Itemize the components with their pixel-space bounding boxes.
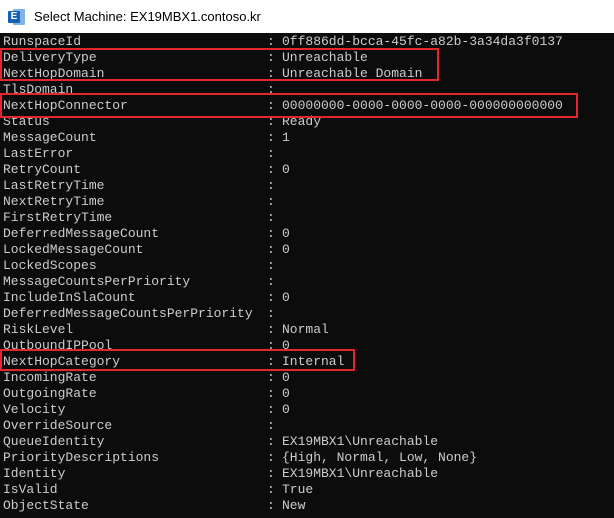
- property-value: 0: [282, 402, 290, 417]
- property-value: Normal: [282, 322, 329, 337]
- property-name: OutgoingRate: [3, 386, 97, 401]
- property-separator: :: [267, 34, 275, 49]
- property-name: OutboundIPPool: [3, 338, 113, 353]
- property-separator: :: [267, 434, 275, 449]
- property-name: FirstRetryTime: [3, 210, 113, 225]
- property-name: DeliveryType: [3, 50, 97, 65]
- property-name: RetryCount: [3, 162, 82, 177]
- property-separator: :: [267, 242, 275, 257]
- property-separator: :: [267, 98, 275, 113]
- property-value: 0: [282, 290, 290, 305]
- property-separator: :: [267, 82, 275, 97]
- property-separator: :: [267, 354, 275, 369]
- property-name: LockedMessageCount: [3, 242, 144, 257]
- property-separator: :: [267, 130, 275, 145]
- title-bar[interactable]: E Select Machine: EX19MBX1.contoso.kr: [0, 0, 614, 33]
- property-separator: :: [267, 210, 275, 225]
- property-value: EX19MBX1\Unreachable: [282, 466, 439, 481]
- property-separator: :: [267, 66, 275, 81]
- window-title: Select Machine: EX19MBX1.contoso.kr: [34, 9, 261, 24]
- property-name: Status: [3, 114, 50, 129]
- property-value: 0: [282, 370, 290, 385]
- property-name: Identity: [3, 466, 66, 481]
- property-separator: :: [267, 482, 275, 497]
- property-separator: :: [267, 114, 275, 129]
- property-value: Ready: [282, 114, 322, 129]
- property-separator: :: [267, 306, 275, 321]
- property-name: IncludeInSlaCount: [3, 290, 136, 305]
- property-name: LockedScopes: [3, 258, 97, 273]
- property-value: {High, Normal, Low, None}: [282, 450, 478, 465]
- property-name: RunspaceId: [3, 34, 82, 49]
- property-value: 00000000-0000-0000-0000-000000000000: [282, 98, 563, 113]
- console-window: E Select Machine: EX19MBX1.contoso.kr Ru…: [0, 0, 614, 518]
- property-separator: :: [267, 290, 275, 305]
- property-separator: :: [267, 498, 275, 513]
- property-separator: :: [267, 178, 275, 193]
- property-name: NextHopCategory: [3, 354, 121, 369]
- powershell-icon: E: [8, 8, 26, 26]
- property-name: DeferredMessageCount: [3, 226, 160, 241]
- property-name: IncomingRate: [3, 370, 97, 385]
- property-separator: :: [267, 450, 275, 465]
- property-name: LastRetryTime: [3, 178, 105, 193]
- property-separator: :: [267, 386, 275, 401]
- property-value: 0: [282, 242, 290, 257]
- property-value: 0: [282, 162, 290, 177]
- property-value: 1: [282, 130, 290, 145]
- property-name: TlsDomain: [3, 82, 74, 97]
- property-value: 0: [282, 386, 290, 401]
- property-value: 0: [282, 226, 290, 241]
- property-name: NextRetryTime: [3, 194, 105, 209]
- property-separator: :: [267, 146, 275, 161]
- property-name: RiskLevel: [3, 322, 74, 337]
- property-value: Unreachable: [282, 50, 368, 65]
- property-value: 0: [282, 338, 290, 353]
- property-separator: :: [267, 338, 275, 353]
- property-separator: :: [267, 226, 275, 241]
- property-value: EX19MBX1\Unreachable: [282, 434, 439, 449]
- property-name: LastError: [3, 146, 74, 161]
- property-name: MessageCountsPerPriority: [3, 274, 191, 289]
- property-separator: :: [267, 194, 275, 209]
- property-value: 0ff886dd-bcca-45fc-a82b-3a34da3f0137: [282, 34, 563, 49]
- property-separator: :: [267, 322, 275, 337]
- property-value: Unreachable Domain: [282, 66, 423, 81]
- property-separator: :: [267, 50, 275, 65]
- property-separator: :: [267, 402, 275, 417]
- property-separator: :: [267, 258, 275, 273]
- console-output[interactable]: RunspaceId:0ff886dd-bcca-45fc-a82b-3a34d…: [0, 33, 614, 518]
- property-value: True: [282, 482, 314, 497]
- property-name: Velocity: [3, 402, 66, 417]
- property-value: New: [282, 498, 306, 513]
- property-value: Internal: [282, 354, 345, 369]
- property-name: IsValid: [3, 482, 58, 497]
- property-name: QueueIdentity: [3, 434, 105, 449]
- property-separator: :: [267, 370, 275, 385]
- property-separator: :: [267, 274, 275, 289]
- property-name: PriorityDescriptions: [3, 450, 160, 465]
- property-name: NextHopConnector: [3, 98, 128, 113]
- property-separator: :: [267, 466, 275, 481]
- property-name: NextHopDomain: [3, 66, 105, 81]
- property-separator: :: [267, 162, 275, 177]
- property-separator: :: [267, 418, 275, 433]
- property-name: MessageCount: [3, 130, 97, 145]
- property-name: DeferredMessageCountsPerPriority: [3, 306, 253, 321]
- property-name: OverrideSource: [3, 418, 113, 433]
- property-name: ObjectState: [3, 498, 89, 513]
